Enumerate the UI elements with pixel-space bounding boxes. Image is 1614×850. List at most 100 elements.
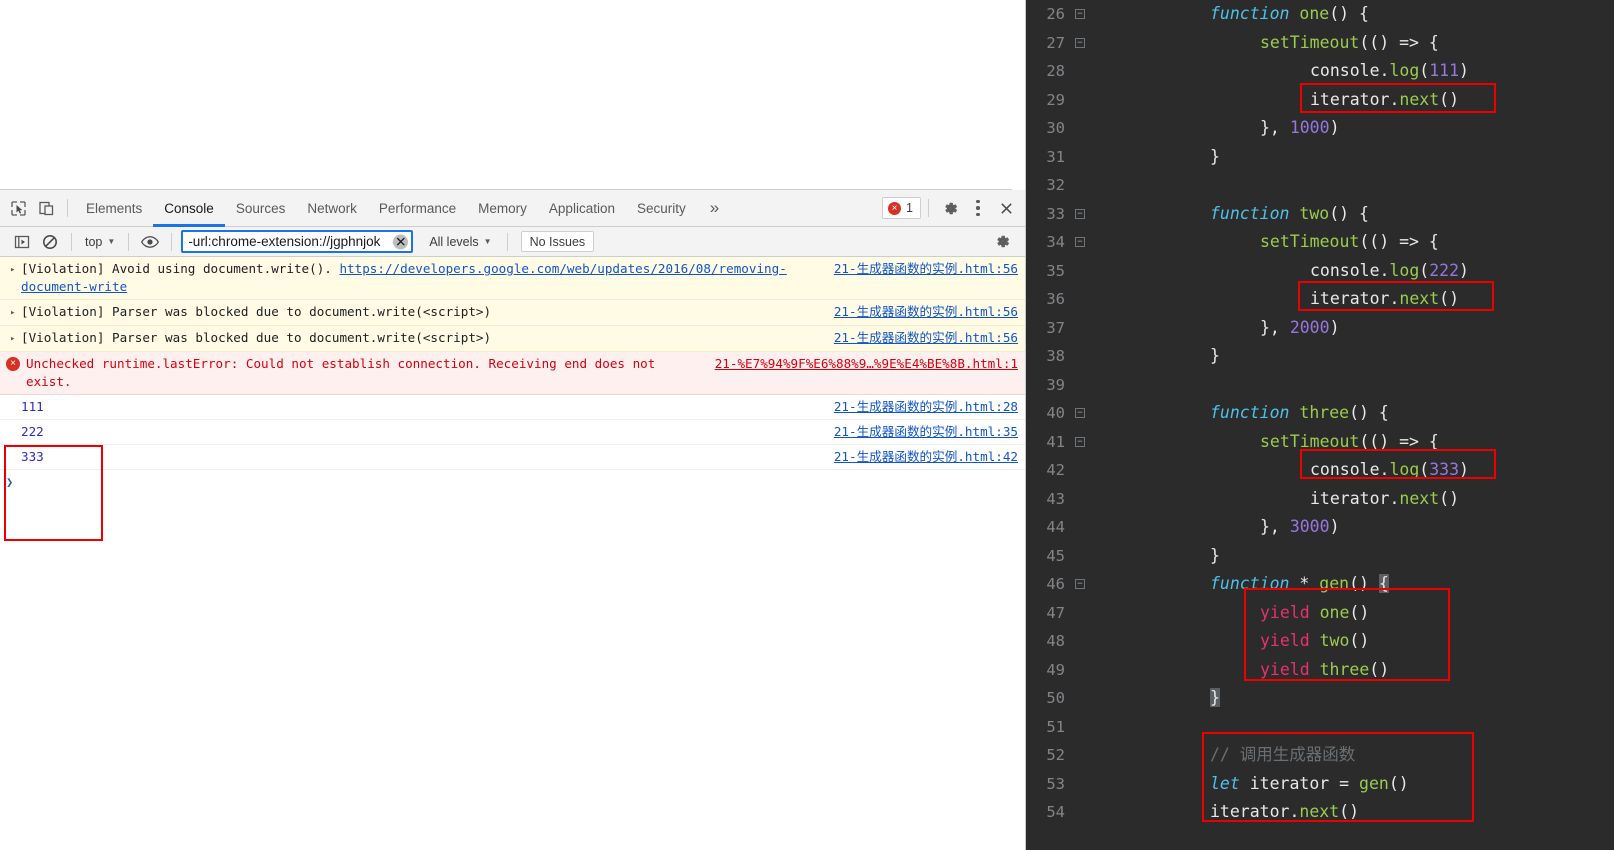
tab-network[interactable]: Network — [296, 190, 368, 227]
fold-box-icon[interactable]: − — [1075, 37, 1085, 48]
console-filter-input[interactable]: -url:chrome-extension://jgphnjok ✕ — [181, 230, 414, 253]
editor-line[interactable]: 33− function two() { — [1026, 200, 1614, 229]
console-message-log[interactable]: 333 21-生成器函数的实例.html:42 — [0, 445, 1025, 470]
kebab-menu-icon[interactable] — [964, 194, 992, 222]
console-message-log[interactable]: 111 21-生成器函数的实例.html:28 — [0, 395, 1025, 420]
code-editor-panel[interactable]: 26− function one() {27− setTimeout(() => {… — [1026, 0, 1614, 850]
console-message-source-link[interactable]: 21-生成器函数的实例.html:28 — [834, 398, 1018, 416]
console-message-text: [Violation] Avoid using document.write()… — [21, 261, 787, 294]
tab-console[interactable]: Console — [153, 190, 225, 227]
fold-box-icon[interactable]: − — [1075, 237, 1085, 247]
console-message-warn[interactable]: ▸ [Violation] Avoid using document.write(… — [0, 257, 1025, 300]
editor-code-lines[interactable]: 26− function one() {27− setTimeout(() => {… — [1026, 0, 1614, 827]
editor-line[interactable]: 44}, 3000) — [1026, 513, 1614, 542]
disclosure-triangle-icon[interactable]: ▸ — [10, 329, 21, 348]
editor-line[interactable]: 36 iterator.next() — [1026, 285, 1614, 314]
fold-toggle-icon[interactable]: − — [1070, 570, 1090, 599]
tab-sources[interactable]: Sources — [225, 190, 297, 227]
code-token-yield: yield — [1260, 631, 1310, 650]
console-message-log[interactable]: 222 21-生成器函数的实例.html:35 — [0, 420, 1025, 445]
fold-toggle-icon[interactable]: − — [1070, 29, 1090, 58]
editor-line[interactable]: 37}, 2000) — [1026, 314, 1614, 343]
editor-line[interactable]: 41− setTimeout(() => { — [1026, 428, 1614, 457]
code-token-num: 222 — [1429, 260, 1460, 280]
console-message-source-link[interactable]: 21-生成器函数的实例.html:42 — [834, 448, 1018, 466]
inspect-element-icon[interactable] — [4, 194, 32, 222]
disclosure-triangle-icon[interactable]: ▸ — [10, 303, 21, 322]
fold-box-icon[interactable]: − — [1075, 9, 1085, 19]
fold-toggle-icon[interactable]: − — [1070, 200, 1090, 229]
editor-line[interactable]: 42 console.log(333) — [1026, 456, 1614, 485]
editor-line[interactable]: 27− setTimeout(() => { — [1026, 29, 1614, 58]
editor-line[interactable]: 40− function three() { — [1026, 399, 1614, 428]
editor-line[interactable]: 30}, 1000) — [1026, 114, 1614, 143]
disclosure-triangle-icon[interactable]: ▸ — [10, 260, 21, 279]
tab-security[interactable]: Security — [626, 190, 697, 227]
log-level-select[interactable]: All levels ▼ — [421, 231, 499, 253]
error-count-badge[interactable]: × 1 — [882, 197, 921, 219]
code-token-green: log — [1389, 61, 1420, 80]
editor-line[interactable]: 38} — [1026, 342, 1614, 371]
close-icon[interactable] — [992, 194, 1020, 222]
issues-button[interactable]: No Issues — [520, 231, 595, 252]
tab-memory[interactable]: Memory — [467, 190, 538, 227]
clear-console-icon[interactable] — [36, 228, 64, 256]
editor-line[interactable]: 26− function one() { — [1026, 0, 1614, 29]
console-sidebar-icon[interactable] — [8, 228, 36, 256]
console-message-warn[interactable]: ▸ [Violation] Parser was blocked due to d… — [0, 326, 1025, 352]
editor-line[interactable]: 43 iterator.next() — [1026, 485, 1614, 514]
editor-line[interactable]: 52 // 调用生成器函数 — [1026, 741, 1614, 770]
editor-line[interactable]: 53 let iterator = gen() — [1026, 770, 1614, 799]
fold-box-icon[interactable]: − — [1075, 579, 1085, 589]
code-text: function three() { — [1090, 399, 1614, 428]
fold-toggle-icon[interactable]: − — [1070, 228, 1090, 257]
console-message-list[interactable]: ▸ [Violation] Avoid using document.write(… — [0, 257, 1025, 850]
console-message-source-link[interactable]: 21-生成器函数的实例.html:35 — [834, 423, 1018, 441]
fold-box-icon[interactable]: − — [1075, 408, 1085, 418]
editor-line[interactable]: 50} — [1026, 684, 1614, 713]
more-tabs-button[interactable]: » — [697, 190, 732, 227]
message-indent — [10, 423, 21, 424]
fold-box-icon[interactable]: − — [1075, 436, 1085, 447]
editor-line[interactable]: 34− setTimeout(() => { — [1026, 228, 1614, 257]
fold-toggle-icon[interactable]: − — [1070, 0, 1090, 29]
gear-icon[interactable] — [988, 228, 1016, 256]
tab-application[interactable]: Application — [538, 190, 626, 227]
execution-context-select[interactable]: top ▼ — [79, 231, 121, 253]
console-message-source-link[interactable]: 21-%E7%94%9F%E6%88%9…%9E%E4%BE%8B.html:1 — [715, 355, 1018, 373]
gear-icon[interactable] — [936, 194, 964, 222]
editor-line[interactable]: 47 yield one() — [1026, 599, 1614, 628]
editor-line[interactable]: 28 console.log(111) — [1026, 57, 1614, 86]
page-scrollbar[interactable] — [1012, 0, 1025, 190]
editor-line[interactable]: 46− function * gen() { — [1026, 570, 1614, 599]
fold-box-icon[interactable]: − — [1075, 208, 1085, 219]
editor-line[interactable]: 45} — [1026, 542, 1614, 571]
line-number: 35 — [1046, 261, 1065, 280]
device-toolbar-icon[interactable] — [32, 194, 60, 222]
editor-line[interactable]: 32 — [1026, 171, 1614, 200]
editor-line[interactable]: 31} — [1026, 143, 1614, 172]
editor-line[interactable]: 39 — [1026, 371, 1614, 400]
line-number: 54 — [1046, 803, 1065, 821]
editor-line[interactable]: 48 yield two() — [1026, 627, 1614, 656]
console-message-link[interactable]: https://developers.google.com/web/update… — [21, 261, 787, 294]
editor-line[interactable]: 29 iterator.next() — [1026, 86, 1614, 115]
editor-line[interactable]: 35 console.log(222) — [1026, 257, 1614, 286]
code-token-green: one — [1319, 602, 1350, 622]
code-token-kw: let — [1210, 773, 1240, 793]
console-prompt[interactable]: ❯ — [0, 470, 1025, 496]
live-expression-icon[interactable] — [136, 228, 164, 256]
console-message-source-link[interactable]: 21-生成器函数的实例.html:56 — [834, 260, 1018, 278]
console-message-warn[interactable]: ▸ [Violation] Parser was blocked due to d… — [0, 300, 1025, 326]
console-message-source-link[interactable]: 21-生成器函数的实例.html:56 — [834, 329, 1018, 347]
fold-toggle-icon[interactable]: − — [1070, 399, 1090, 428]
editor-line[interactable]: 49 yield three() — [1026, 656, 1614, 685]
tab-elements[interactable]: Elements — [75, 190, 153, 227]
tab-performance[interactable]: Performance — [368, 190, 467, 227]
console-message-source-link[interactable]: 21-生成器函数的实例.html:56 — [834, 303, 1018, 321]
clear-filter-icon[interactable]: ✕ — [393, 234, 409, 249]
fold-toggle-icon[interactable]: − — [1070, 428, 1090, 457]
console-message-error[interactable]: × Unchecked runtime.lastError: Could not … — [0, 352, 1025, 395]
editor-line[interactable]: 51 — [1026, 713, 1614, 742]
editor-line[interactable]: 54 iterator.next() — [1026, 798, 1614, 827]
